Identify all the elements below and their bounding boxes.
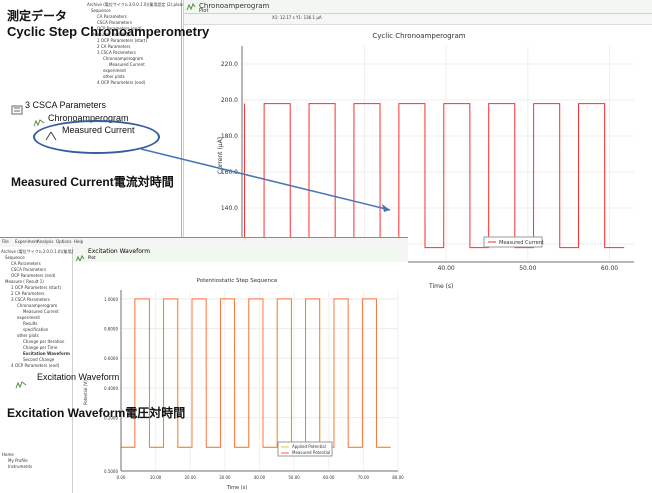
pointer-arrow-layer	[140, 148, 391, 212]
arrow-line	[140, 148, 391, 211]
arrow-head	[382, 204, 390, 212]
